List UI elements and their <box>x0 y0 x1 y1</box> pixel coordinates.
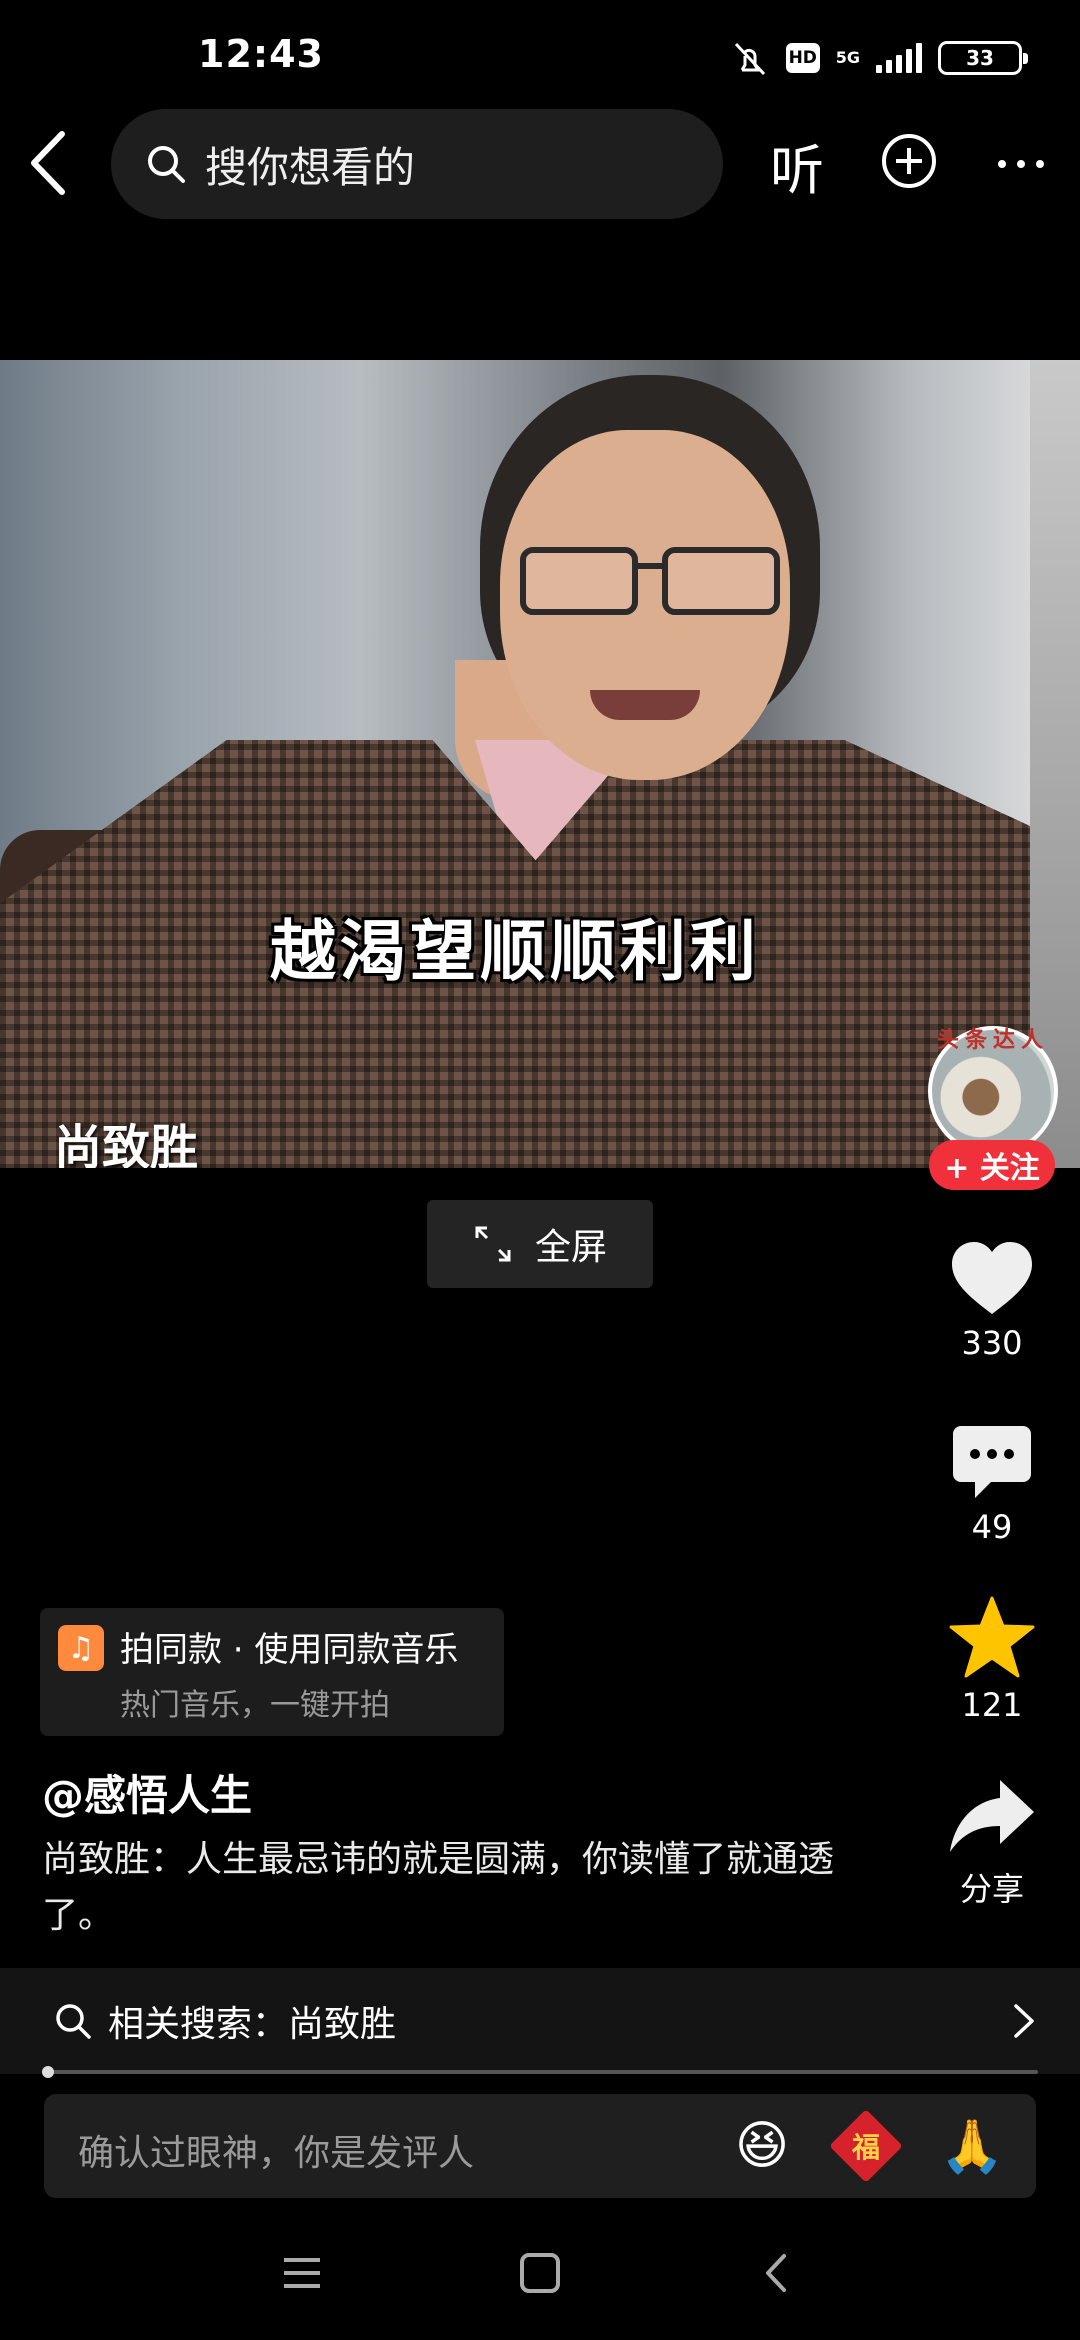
listen-button[interactable]: 听 <box>770 126 824 205</box>
video-player[interactable]: 越渴望顺顺利利 尚致胜 <box>0 360 1030 1168</box>
back-nav-icon[interactable] <box>748 2250 808 2296</box>
like-button[interactable]: 330 <box>940 1240 1044 1362</box>
comment-button[interactable]: 49 <box>940 1424 1044 1546</box>
favorite-button[interactable]: 121 <box>940 1596 1044 1724</box>
comment-count: 49 <box>971 1508 1013 1546</box>
speaker-name-watermark: 尚致胜 <box>54 1120 199 1168</box>
back-button[interactable] <box>22 128 80 198</box>
chevron-right-icon <box>1014 2004 1034 2038</box>
hd-badge: HD <box>785 43 820 73</box>
fortune-emoji-icon[interactable]: 福 <box>829 2109 903 2183</box>
comment-placeholder: 确认过眼神，你是发评人 <box>78 2133 475 2174</box>
video-subtitle: 越渴望顺顺利利 <box>270 912 760 990</box>
home-nav-icon[interactable] <box>510 2250 570 2296</box>
related-search-bar[interactable]: 相关搜索：尚致胜 <box>0 1968 1080 2074</box>
music-subtitle: 热门音乐，一键开拍 <box>120 1688 390 1723</box>
add-button[interactable] <box>880 132 938 190</box>
laugh-emoji-icon[interactable]: 😆 <box>730 2114 794 2178</box>
favorite-count: 121 <box>961 1686 1023 1724</box>
share-button[interactable]: 分享 <box>940 1776 1044 1910</box>
use-same-music-chip[interactable]: ♫ 拍同款 · 使用同款音乐 热门音乐，一键开拍 <box>40 1608 504 1736</box>
heart-icon <box>952 1242 1032 1314</box>
author-name[interactable]: @感悟人生 <box>42 1762 252 1823</box>
more-options-button[interactable] <box>992 140 1050 180</box>
pray-emoji-icon[interactable]: 🙏 <box>940 2114 1005 2178</box>
signal-icon <box>876 43 922 73</box>
creator-badge: 头条达人 <box>936 1028 1049 1053</box>
star-icon <box>949 1596 1035 1678</box>
fullscreen-label: 全屏 <box>534 1227 607 1268</box>
music-title: 拍同款 · 使用同款音乐 <box>120 1630 459 1670</box>
speaker-mouth <box>590 690 700 720</box>
share-icon <box>950 1780 1034 1852</box>
battery-indicator: 33 <box>938 41 1028 75</box>
search-icon <box>56 2004 91 2039</box>
status-time: 12:43 <box>198 32 324 76</box>
comment-icon <box>953 1426 1031 1498</box>
search-input[interactable]: 搜你想看的 <box>111 109 723 219</box>
post-description: 尚致胜：人生最忌讳的就是圆满，你读懂了就通透了。 <box>42 1839 835 1936</box>
related-search-text: 相关搜索：尚致胜 <box>108 2004 397 2045</box>
speaker-glasses <box>520 547 780 615</box>
expand-icon <box>475 1226 511 1262</box>
comment-input[interactable]: 确认过眼神，你是发评人 😆 福 🙏 <box>44 2094 1036 2198</box>
share-label: 分享 <box>959 1870 1024 1908</box>
search-placeholder: 搜你想看的 <box>205 142 416 192</box>
mute-icon <box>734 42 765 76</box>
status-icons: HD 5G 33 <box>730 36 1028 80</box>
progress-thumb[interactable] <box>42 2066 54 2078</box>
network-type: 5G <box>835 48 860 67</box>
search-icon <box>148 146 185 183</box>
follow-button[interactable]: + 关注 <box>929 1140 1055 1190</box>
fullscreen-button[interactable]: 全屏 <box>427 1200 653 1288</box>
menu-nav-icon[interactable] <box>272 2250 332 2296</box>
like-count: 330 <box>961 1324 1023 1362</box>
video-progress-bar[interactable] <box>42 2066 1038 2078</box>
music-note-icon: ♫ <box>58 1625 104 1671</box>
